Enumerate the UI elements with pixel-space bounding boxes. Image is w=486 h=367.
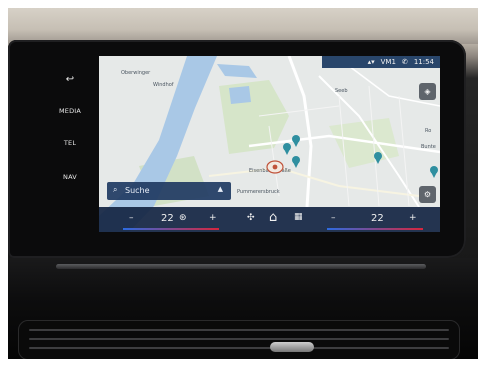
phone-icon: ✆ (401, 58, 408, 66)
infotainment-screen: Oberwinger Windhof Seeb Eisenbahnstraße … (99, 56, 440, 232)
map-label: Oberwinger (121, 70, 151, 76)
media-button[interactable]: MEDIA (52, 107, 88, 115)
grid-icon[interactable]: ▦ (294, 212, 303, 222)
climate-control-bar: – 22 ⊛ + ✣ ⌂ ▦ – 22 + (99, 207, 440, 232)
search-label: Suche (125, 186, 150, 195)
profile-label: VM1 (380, 58, 396, 66)
compass-icon[interactable]: ◈ (419, 83, 436, 100)
vent-slat (29, 338, 449, 340)
left-temp-value: 22 (161, 213, 174, 224)
dashboard-trim (8, 258, 478, 359)
vent-slat (29, 329, 449, 331)
time-label: 11:54 (413, 58, 434, 66)
right-temp-value: 22 (371, 213, 384, 224)
vehicle-position-icon (266, 160, 284, 174)
tel-button[interactable]: TEL (52, 139, 88, 147)
steering-heat-icon[interactable]: ⊛ (179, 213, 187, 223)
left-temp-plus-button[interactable]: + (209, 213, 217, 223)
right-temp-slider[interactable] (327, 228, 423, 230)
chrome-trim-strip (56, 264, 426, 269)
chevron-up-icon[interactable]: ▲ (218, 185, 223, 193)
vent-slat (29, 347, 449, 349)
search-icon: ⌕ (113, 185, 118, 194)
map-label: Seeb (335, 88, 348, 94)
map-label: Bunte (421, 144, 436, 150)
signal-icon: ▴▾ (367, 58, 375, 66)
home-icon[interactable]: ⌂ (269, 210, 277, 225)
back-button[interactable]: ↩ (52, 74, 88, 85)
map-label: Windhof (153, 82, 174, 88)
navigation-map[interactable]: Oberwinger Windhof Seeb Eisenbahnstraße … (99, 56, 440, 232)
fan-icon[interactable]: ✣ (247, 213, 255, 223)
nav-button[interactable]: NAV (52, 173, 88, 181)
settings-gear-icon[interactable]: ⚙ (419, 186, 436, 203)
harbor-basin (229, 86, 251, 104)
right-temp-plus-button[interactable]: + (409, 213, 417, 223)
left-temp-slider[interactable] (123, 228, 219, 230)
air-vent (18, 320, 460, 359)
car-interior-photo: ↩ MEDIA TEL NAV Oberwinger Windhof Seeb (8, 8, 478, 359)
cabin-ceiling (8, 8, 478, 44)
right-temp-minus-button[interactable]: – (331, 213, 336, 223)
map-label: Ro (425, 128, 431, 134)
map-label: Pummerersbruck (237, 189, 280, 195)
status-bar: ▴▾ VM1 ✆ 11:54 (322, 56, 440, 68)
search-panel[interactable]: ⌕ Suche ▲ (107, 182, 231, 200)
vent-adjust-knob[interactable] (270, 342, 314, 352)
left-temp-minus-button[interactable]: – (129, 213, 134, 223)
